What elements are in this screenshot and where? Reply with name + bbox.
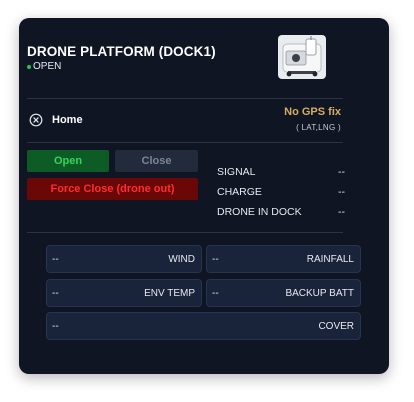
stat-signal-value: -- — [338, 166, 345, 178]
metric-rainfall: -- RAINFALL — [206, 245, 361, 273]
metric-env-temp: -- ENV TEMP — [46, 279, 202, 307]
metric-wind-label: WIND — [168, 254, 195, 265]
metric-wind: -- WIND — [46, 245, 202, 273]
divider-middle — [27, 142, 343, 143]
metric-cover-label: COVER — [318, 321, 354, 332]
stat-charge: CHARGE -- — [217, 186, 345, 198]
stat-drone-in-dock-value: -- — [338, 206, 345, 218]
stat-drone-in-dock: DRONE IN DOCK -- — [217, 206, 345, 218]
metric-backup-batt-label: BACKUP BATT — [285, 288, 354, 299]
status-dot-icon — [27, 64, 31, 69]
metric-rainfall-label: RAINFALL — [306, 254, 354, 265]
home-label: Home — [52, 114, 83, 126]
force-close-button[interactable]: Force Close (drone out) — [27, 178, 198, 200]
metric-rainfall-value: -- — [212, 254, 219, 265]
home-row[interactable]: Home No GPS fix ( LAT,LNG ) — [27, 106, 343, 136]
crosshair-close-icon — [29, 113, 43, 127]
dock-status: OPEN — [27, 61, 61, 72]
metric-cover: -- COVER — [46, 312, 361, 340]
stat-signal-label: SIGNAL — [217, 166, 256, 178]
metric-cover-value: -- — [52, 321, 59, 332]
gps-status: No GPS fix — [284, 106, 341, 118]
dock-station-image — [278, 35, 326, 79]
close-button[interactable]: Close — [115, 150, 198, 172]
metric-wind-value: -- — [52, 254, 59, 265]
stat-charge-value: -- — [338, 186, 345, 198]
dock-title: DRONE PLATFORM (DOCK1) — [27, 44, 216, 59]
metric-env-temp-label: ENV TEMP — [144, 288, 195, 299]
divider-bottom — [27, 232, 343, 233]
stat-charge-label: CHARGE — [217, 186, 262, 198]
dock-status-text: OPEN — [33, 61, 62, 72]
metric-backup-batt: -- BACKUP BATT — [206, 279, 361, 307]
open-button[interactable]: Open — [27, 150, 109, 172]
metric-backup-batt-value: -- — [212, 288, 219, 299]
stat-signal: SIGNAL -- — [217, 166, 345, 178]
gps-coords: ( LAT,LNG ) — [296, 123, 341, 132]
stat-drone-in-dock-label: DRONE IN DOCK — [217, 206, 302, 218]
metric-env-temp-value: -- — [52, 288, 59, 299]
divider-top — [27, 98, 343, 99]
